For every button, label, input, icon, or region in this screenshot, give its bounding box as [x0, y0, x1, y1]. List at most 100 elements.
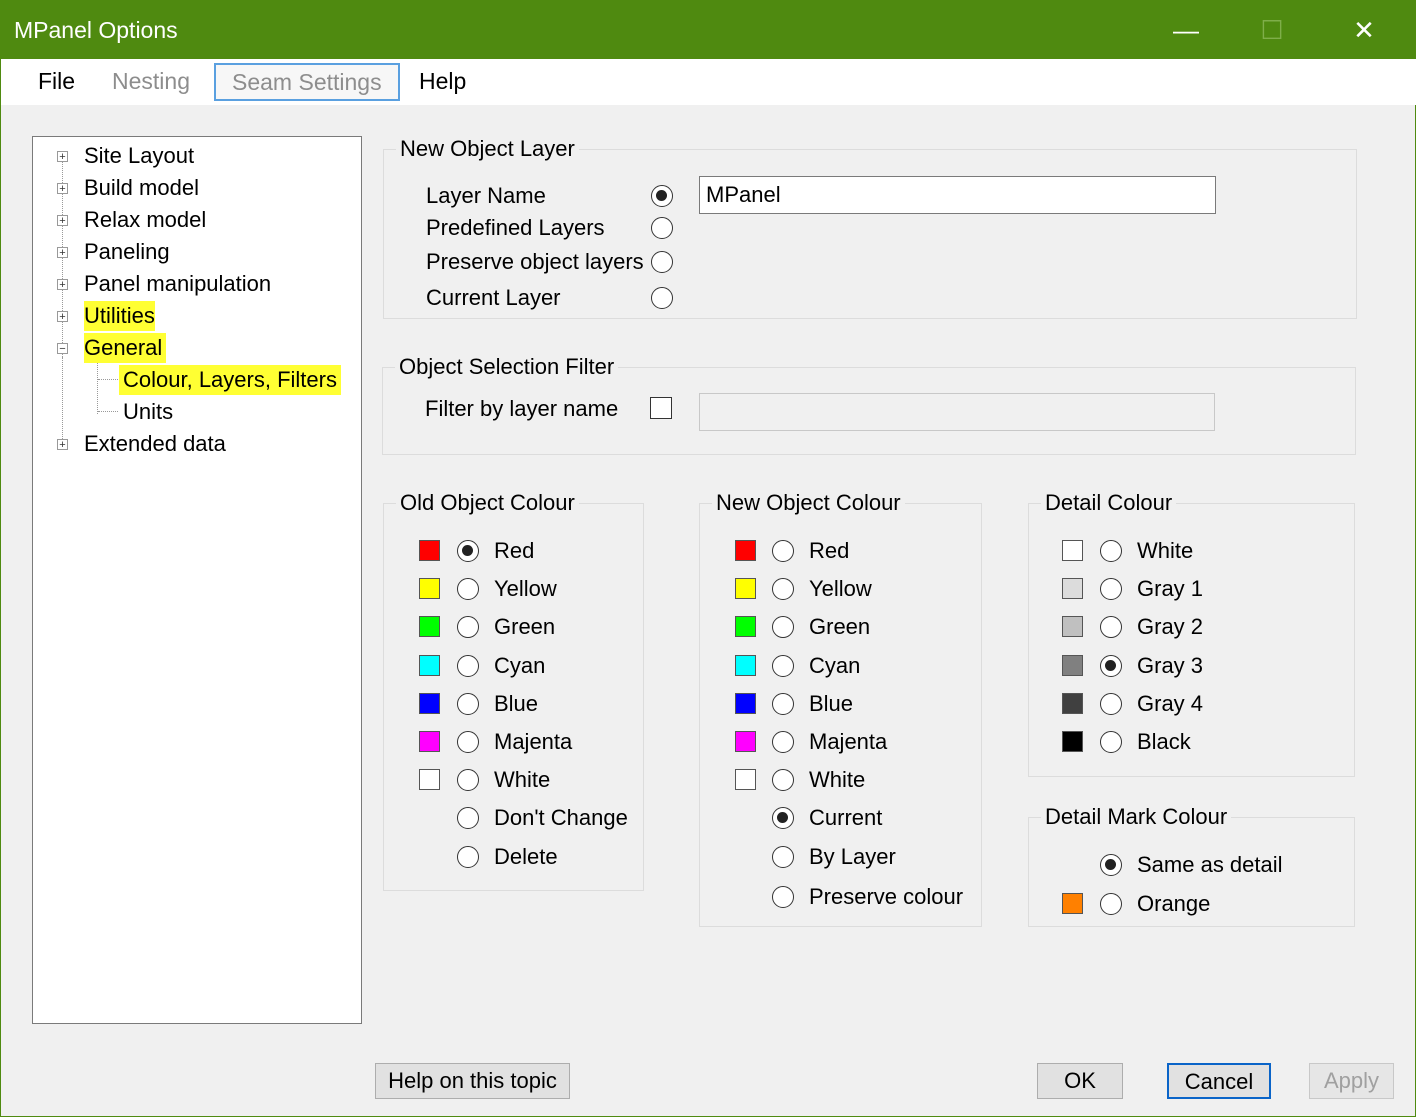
radio-button[interactable]	[772, 540, 794, 562]
close-icon[interactable]: ✕	[1319, 1, 1409, 59]
radio-button[interactable]	[457, 807, 479, 830]
group-title: Object Selection Filter	[395, 352, 619, 382]
help-on-topic-button[interactable]: Help on this topic	[375, 1063, 570, 1099]
old-colour-option-majenta[interactable]: Majenta	[384, 727, 643, 757]
option-label: Gray 3	[1137, 652, 1204, 678]
option-label: Blue	[809, 690, 854, 716]
radio-button[interactable]	[772, 845, 794, 868]
radio-button[interactable]	[772, 654, 794, 677]
collapse-icon[interactable]: −	[57, 343, 68, 355]
radio-button[interactable]	[772, 616, 794, 639]
old-colour-option-cyan[interactable]: Cyan	[384, 651, 643, 681]
option-label: Blue	[494, 690, 539, 716]
radio-button[interactable]	[1100, 616, 1122, 639]
expand-icon[interactable]: +	[57, 151, 68, 163]
minimize-icon[interactable]: —	[1141, 1, 1231, 59]
predefined-layers-radio[interactable]	[651, 217, 673, 239]
new-colour-option-green[interactable]: Green	[700, 612, 981, 642]
new-colour-option-yellow[interactable]: Yellow	[700, 574, 981, 604]
layer-name-radio[interactable]	[651, 185, 673, 207]
option-label: Majenta	[494, 729, 573, 754]
new-colour-option-current[interactable]: Current	[700, 803, 981, 833]
new-colour-option-preserve-colour[interactable]: Preserve colour	[700, 882, 981, 912]
detail-colour-option-white[interactable]: White	[1029, 536, 1354, 566]
group-title: New Object Layer	[396, 134, 579, 164]
old-colour-option-red[interactable]: Red	[384, 536, 643, 566]
radio-button[interactable]	[457, 616, 479, 639]
old-colour-option-don-t-change[interactable]: Don't Change	[384, 803, 643, 833]
old-colour-option-green[interactable]: Green	[384, 612, 643, 642]
old-colour-option-yellow[interactable]: Yellow	[384, 574, 643, 604]
menu-help[interactable]: Help	[419, 65, 466, 97]
expand-icon[interactable]: +	[57, 247, 68, 259]
expand-icon[interactable]: +	[57, 439, 68, 451]
radio-button[interactable]	[457, 654, 479, 677]
option-label: Don't Change	[494, 805, 628, 831]
expand-icon[interactable]: +	[57, 183, 68, 195]
radio-button[interactable]	[457, 692, 479, 715]
detail-mark_colour-option-orange[interactable]: Orange	[1029, 889, 1354, 919]
radio-button[interactable]	[1100, 654, 1122, 677]
option-label: White	[809, 767, 866, 793]
menu-nesting[interactable]: Nesting	[112, 65, 190, 97]
option-label: Gray 2	[1137, 614, 1204, 640]
object-selection-filter-group: Object Selection Filter Filter by layer …	[382, 352, 1356, 455]
radio-button[interactable]	[1100, 892, 1122, 915]
colour-swatch	[735, 769, 756, 791]
filter-layer-name-input[interactable]	[699, 393, 1215, 431]
detail-mark_colour-option-same-as-detail[interactable]: Same as detail	[1029, 850, 1354, 880]
radio-button[interactable]	[457, 731, 479, 753]
cancel-button[interactable]: Cancel	[1167, 1063, 1271, 1099]
radio-button[interactable]	[772, 769, 794, 792]
radio-button[interactable]	[772, 731, 794, 753]
new-colour-option-white[interactable]: White	[700, 765, 981, 795]
old-colour-option-delete[interactable]: Delete	[384, 842, 643, 872]
radio-button[interactable]	[1100, 692, 1122, 715]
expand-icon[interactable]: +	[57, 279, 68, 291]
radio-button[interactable]	[457, 845, 479, 868]
option-label: Gray 1	[1137, 576, 1204, 602]
expand-icon[interactable]: +	[57, 215, 68, 227]
new-colour-option-by-layer[interactable]: By Layer	[700, 842, 981, 872]
new-colour-option-majenta[interactable]: Majenta	[700, 727, 981, 757]
detail-colour-option-gray-3[interactable]: Gray 3	[1029, 651, 1354, 681]
radio-button[interactable]	[1100, 731, 1122, 753]
detail-colour-option-gray-2[interactable]: Gray 2	[1029, 612, 1354, 642]
option-label: Delete	[494, 843, 558, 869]
settings-tree[interactable]: + Site Layout + Build model + Relax mode…	[32, 136, 362, 1024]
old-colour-option-blue[interactable]: Blue	[384, 689, 643, 719]
detail-mark-colour-group: Detail Mark Colour Same as detail Orange	[1028, 802, 1355, 927]
radio-button[interactable]	[457, 540, 479, 562]
old-colour-option-white[interactable]: White	[384, 765, 643, 795]
colour-swatch	[419, 578, 440, 600]
menu-file[interactable]: File	[38, 65, 75, 97]
apply-button[interactable]: Apply	[1309, 1063, 1394, 1099]
radio-button[interactable]	[772, 692, 794, 715]
radio-button[interactable]	[1100, 578, 1122, 601]
option-label: Cyan	[809, 652, 861, 678]
new-colour-option-cyan[interactable]: Cyan	[700, 651, 981, 681]
new-colour-option-red[interactable]: Red	[700, 536, 981, 566]
radio-button[interactable]	[772, 578, 794, 601]
ok-button[interactable]: OK	[1037, 1063, 1123, 1099]
current-layer-radio[interactable]	[651, 287, 673, 309]
new-colour-option-blue[interactable]: Blue	[700, 689, 981, 719]
expand-icon[interactable]: +	[57, 311, 68, 323]
filter-by-layer-name-checkbox[interactable]	[650, 397, 672, 419]
radio-button[interactable]	[457, 769, 479, 792]
radio-button[interactable]	[1100, 540, 1122, 562]
preserve-object-layers-radio[interactable]	[651, 251, 673, 273]
radio-button[interactable]	[1100, 854, 1122, 876]
option-label: Cyan	[494, 652, 546, 678]
detail-colour-option-gray-1[interactable]: Gray 1	[1029, 574, 1354, 604]
detail-colour-option-gray-4[interactable]: Gray 4	[1029, 689, 1354, 719]
radio-button[interactable]	[772, 885, 794, 908]
detail-colour-option-black[interactable]: Black	[1029, 727, 1354, 757]
radio-button[interactable]	[772, 807, 794, 830]
layer-name-input[interactable]: MPanel	[699, 176, 1216, 214]
menu-seam-settings[interactable]: Seam Settings	[214, 63, 400, 101]
maximize-icon[interactable]: ☐	[1227, 1, 1317, 59]
colour-swatch	[419, 616, 440, 638]
radio-button[interactable]	[457, 578, 479, 601]
tree-item-label: Extended data	[84, 431, 226, 456]
